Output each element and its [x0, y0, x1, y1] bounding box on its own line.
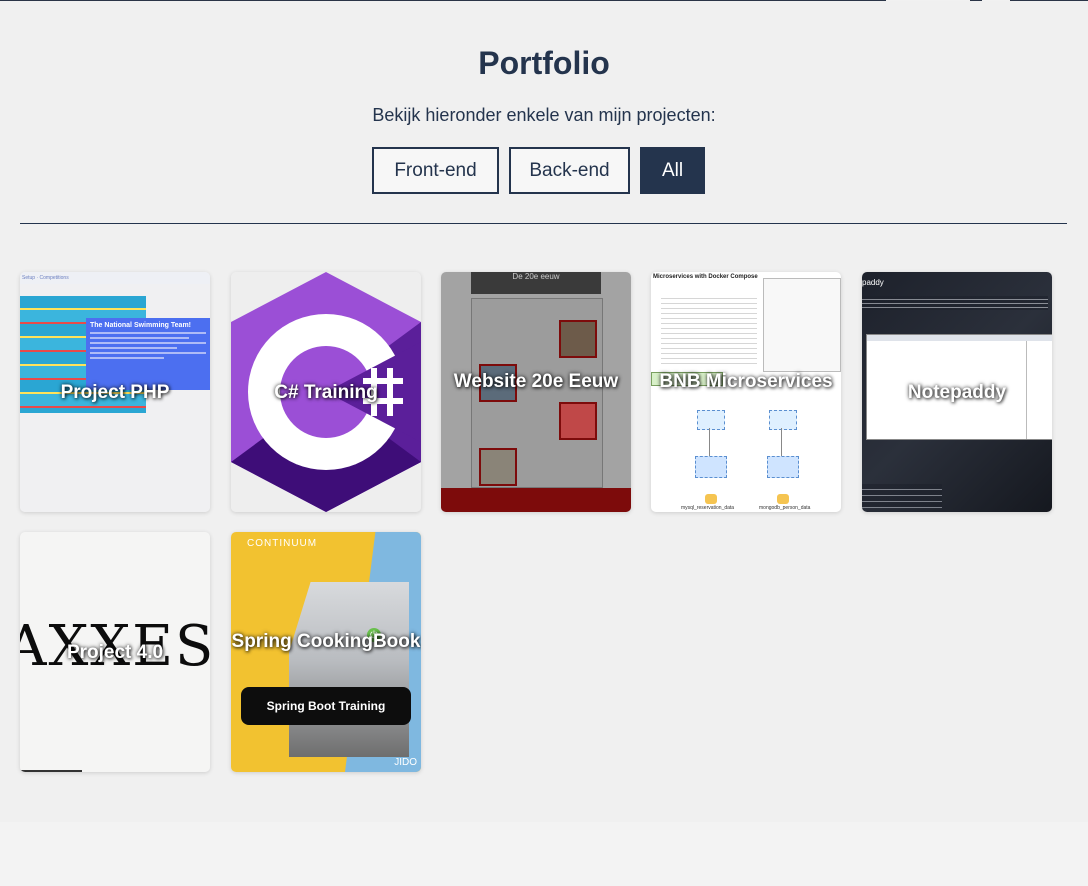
project-card-bnb[interactable]: Microservices with Docker Compose mysql_…	[651, 272, 841, 512]
project-card-spring[interactable]: CONTINUUM ⏻ Spring Boot Training JIDO Sp…	[231, 532, 421, 772]
portfolio-subtitle: Bekijk hieronder enkele van mijn project…	[372, 105, 716, 125]
page-bottom	[0, 822, 1088, 886]
project-title: BNB Microservices	[659, 371, 833, 392]
project-title: Project 4.0	[66, 642, 164, 663]
project-card-csharp[interactable]: C# Training	[231, 272, 421, 512]
spring-boot-training-label: Spring Boot Training	[241, 687, 411, 725]
php-info-panel: The National Swimming Team!	[86, 318, 210, 390]
filter-buttons: Front-end Back-end All	[372, 147, 705, 194]
project-card-notepaddy[interactable]: paddy Notepaddy	[862, 272, 1052, 512]
portfolio-section: Portfolio Bekijk hieronder enkele van mi…	[0, 1, 1088, 822]
project-title: Spring CookingBook	[231, 631, 421, 652]
filter-all-button[interactable]: All	[640, 147, 705, 194]
continuum-logo: CONTINUUM	[247, 538, 318, 549]
project-card-website[interactable]: De 20e eeuw Website 20e Eeuw	[441, 272, 631, 512]
project-title: Project PHP	[60, 382, 170, 403]
project-card-project40[interactable]: AXXES Project 4.0	[20, 532, 210, 772]
project-title: Website 20e Eeuw	[453, 371, 619, 392]
filter-backend-button[interactable]: Back-end	[509, 147, 630, 194]
section-divider	[20, 223, 1067, 224]
page-title: Portfolio	[478, 45, 610, 81]
jido-logo: JIDO	[394, 757, 417, 768]
filter-frontend-button[interactable]: Front-end	[372, 147, 499, 194]
project-card-php[interactable]: Setup · Competitions The National Swimmi…	[20, 272, 210, 512]
project-title: Notepaddy	[907, 382, 1007, 403]
project-title: C# Training	[274, 382, 378, 403]
classroom-photo	[289, 582, 409, 757]
